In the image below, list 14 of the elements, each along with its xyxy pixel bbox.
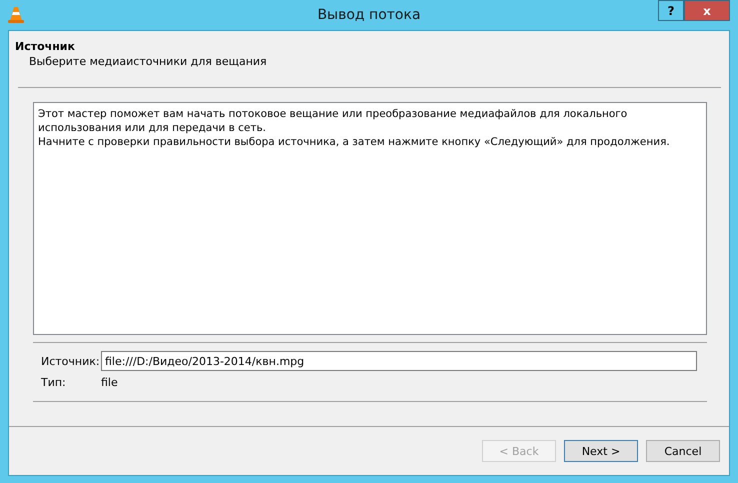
window-title: Вывод потока xyxy=(317,7,421,23)
cone-icon xyxy=(8,6,24,24)
wizard-button[interactable]: Cancel xyxy=(646,440,720,462)
description-text: Этот мастер поможет вам начать потоковое вещание или преобразование медиафайлов для локального использования или для передачи в сеть. xyxy=(38,107,628,135)
help-button[interactable]: ? xyxy=(658,0,684,21)
description-text: Начните с проверки правильности выбора источника, а затем нажмите кнопку «Следующий» для продолжения. xyxy=(38,135,671,149)
page-title: Источник xyxy=(15,40,76,53)
type-label: Тип: xyxy=(41,376,67,389)
type-value: file xyxy=(101,376,118,389)
close-button[interactable]: x xyxy=(684,0,730,21)
source-field[interactable]: file:///D:/Видео/2013-2014/квн.mpg xyxy=(101,351,697,371)
page-subtitle: Выберите медиаисточники для вещания xyxy=(28,55,268,68)
source-label: Источник: xyxy=(41,354,101,368)
wizard-button[interactable]: Next > xyxy=(564,440,638,462)
